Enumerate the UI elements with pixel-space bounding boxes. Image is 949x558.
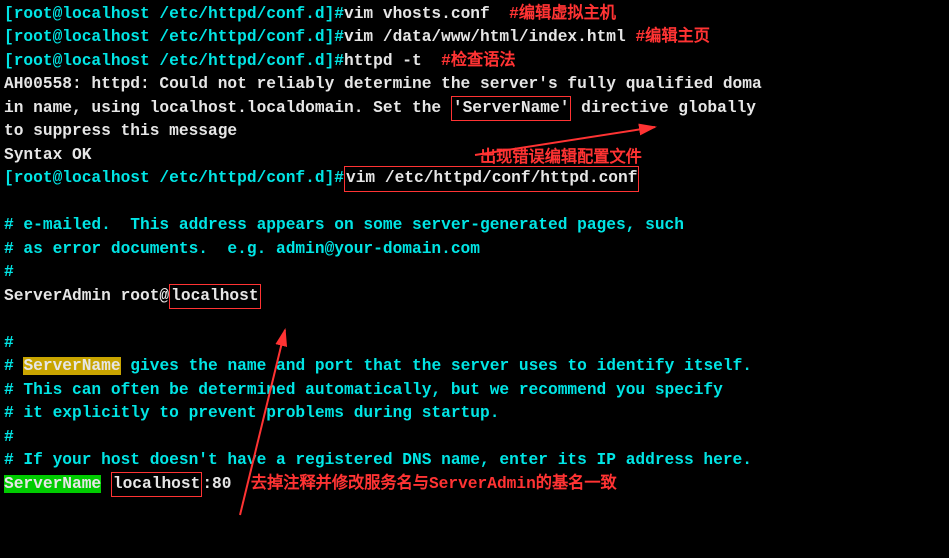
annotation-comment: #编辑主页 [635, 28, 709, 46]
config-comment: # as error documents. e.g. admin@your-do… [4, 238, 945, 261]
servername-active-highlight: ServerName [4, 475, 101, 493]
config-comment: # e-mailed. This address appears on some… [4, 214, 945, 237]
annotation-comment: 去掉注释并修改服务名与ServerAdmin的基名一致 [251, 475, 617, 493]
localhost-box-1: localhost [169, 284, 260, 309]
localhost-box-2: localhost [111, 472, 202, 497]
terminal-output: in name, using localhost.localdomain. Se… [4, 97, 945, 120]
servername-highlight-box: 'ServerName' [451, 96, 572, 121]
shell-prompt: [root@localhost /etc/httpd/conf.d]# [4, 5, 344, 23]
terminal-output: AH00558: httpd: Could not reliably deter… [4, 73, 945, 96]
terminal-line-1: [root@localhost /etc/httpd/conf.d]#vim v… [4, 3, 945, 26]
terminal-line-3: [root@localhost /etc/httpd/conf.d]#httpd… [4, 50, 945, 73]
error-annotation: 出现错误编辑配置文件 [480, 147, 642, 170]
config-comment: # [4, 332, 945, 355]
config-comment: # This can often be determined automatic… [4, 379, 945, 402]
servername-highlight: ServerName [23, 357, 120, 375]
config-servername: ServerName localhost:80 去掉注释并修改服务名与Serve… [4, 473, 945, 496]
annotation-comment: #编辑虚拟主机 [509, 5, 616, 23]
shell-prompt: [root@localhost /etc/httpd/conf.d]# [4, 52, 344, 70]
command-text: vim /data/www/html/index.html [344, 28, 635, 46]
config-comment: # [4, 426, 945, 449]
config-comment: # [4, 261, 945, 284]
command-text: vim vhosts.conf [344, 5, 509, 23]
terminal-line-2: [root@localhost /etc/httpd/conf.d]#vim /… [4, 26, 945, 49]
shell-prompt: [root@localhost /etc/httpd/conf.d]# [4, 169, 344, 187]
terminal-output: Syntax OK [4, 144, 945, 167]
blank-line [4, 191, 945, 214]
config-comment: # If your host doesn't have a registered… [4, 449, 945, 472]
config-comment: # it explicitly to prevent problems duri… [4, 402, 945, 425]
terminal-line-4: [root@localhost /etc/httpd/conf.d]#vim /… [4, 167, 945, 190]
terminal-output: to suppress this message [4, 120, 945, 143]
blank-line [4, 308, 945, 331]
shell-prompt: [root@localhost /etc/httpd/conf.d]# [4, 28, 344, 46]
config-comment: # ServerName gives the name and port tha… [4, 355, 945, 378]
annotation-comment: #检查语法 [441, 52, 515, 70]
config-serveradmin: ServerAdmin root@localhost [4, 285, 945, 308]
command-text: httpd -t [344, 52, 441, 70]
